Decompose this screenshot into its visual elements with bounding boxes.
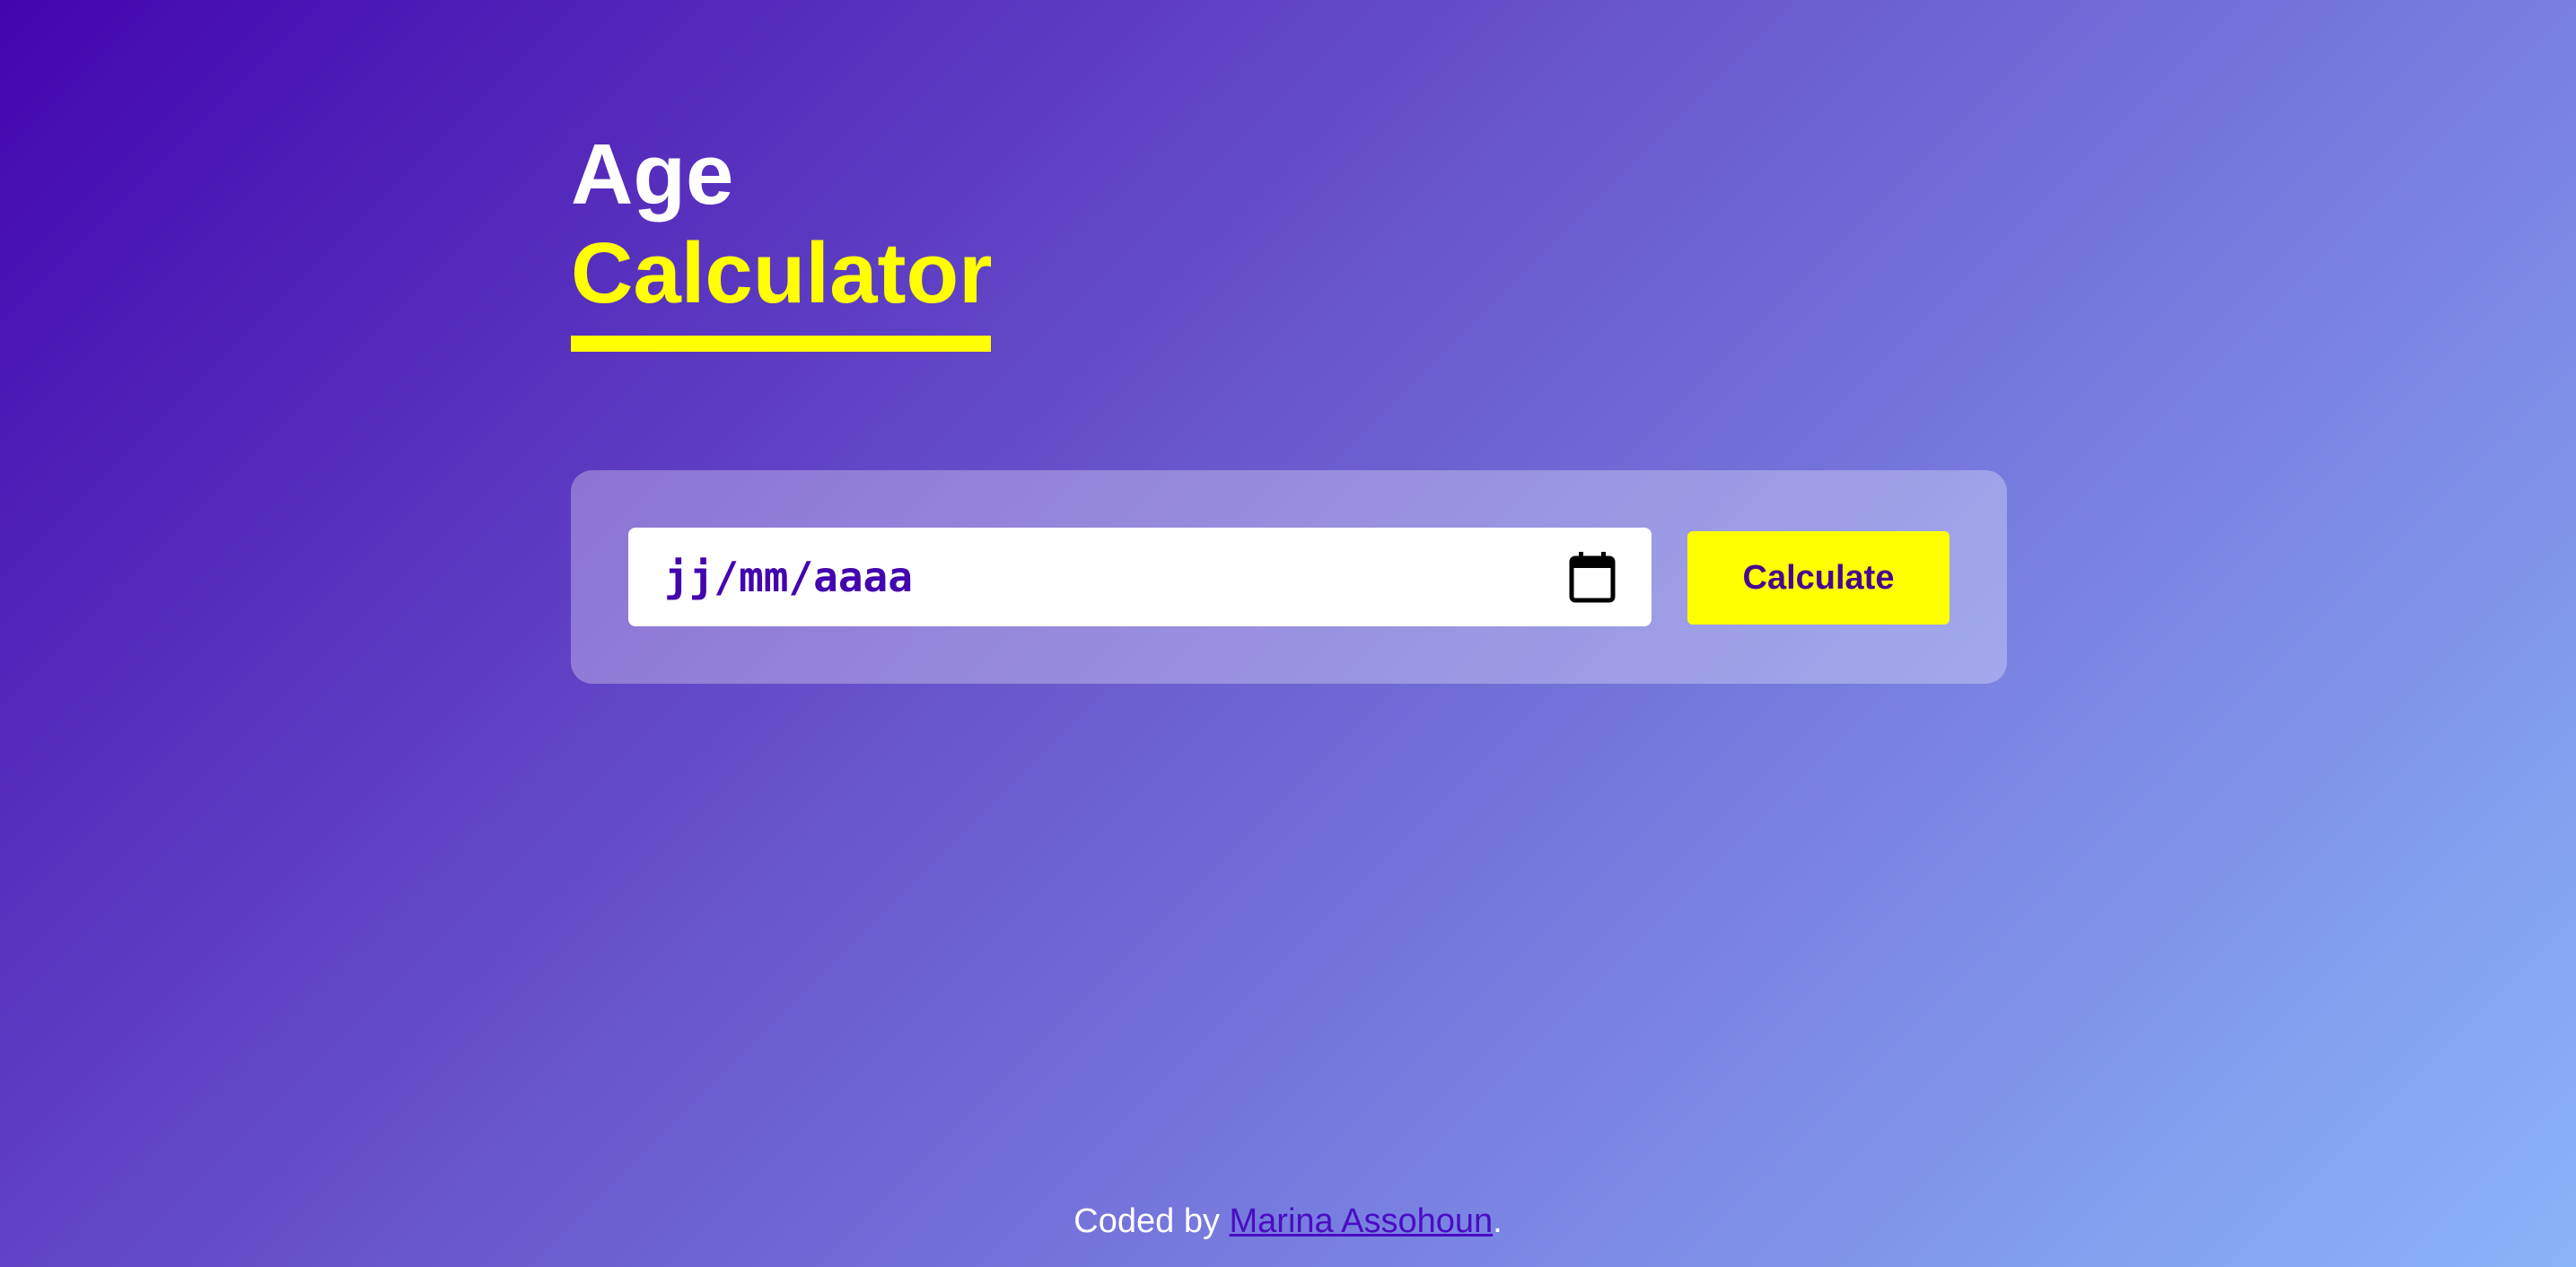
birthdate-input[interactable]: jj/mm/aaaa	[628, 528, 1652, 626]
author-link[interactable]: Marina Assohoun	[1230, 1202, 1494, 1240]
footer-credit: Coded by Marina Assohoun.	[0, 1202, 2576, 1241]
title-line-calculator: Calculator	[571, 225, 993, 321]
footer-prefix: Coded by	[1073, 1202, 1230, 1240]
footer-suffix: .	[1493, 1202, 1503, 1240]
title-underline	[571, 336, 991, 352]
date-placeholder: jj/mm/aaaa	[664, 553, 913, 601]
calendar-icon[interactable]	[1569, 551, 1616, 603]
calculate-button[interactable]: Calculate	[1687, 531, 1950, 625]
age-form-card: jj/mm/aaaa Calculate	[571, 470, 2007, 684]
title-line-age: Age	[571, 127, 734, 223]
page-title: Age Calculator	[571, 126, 992, 352]
